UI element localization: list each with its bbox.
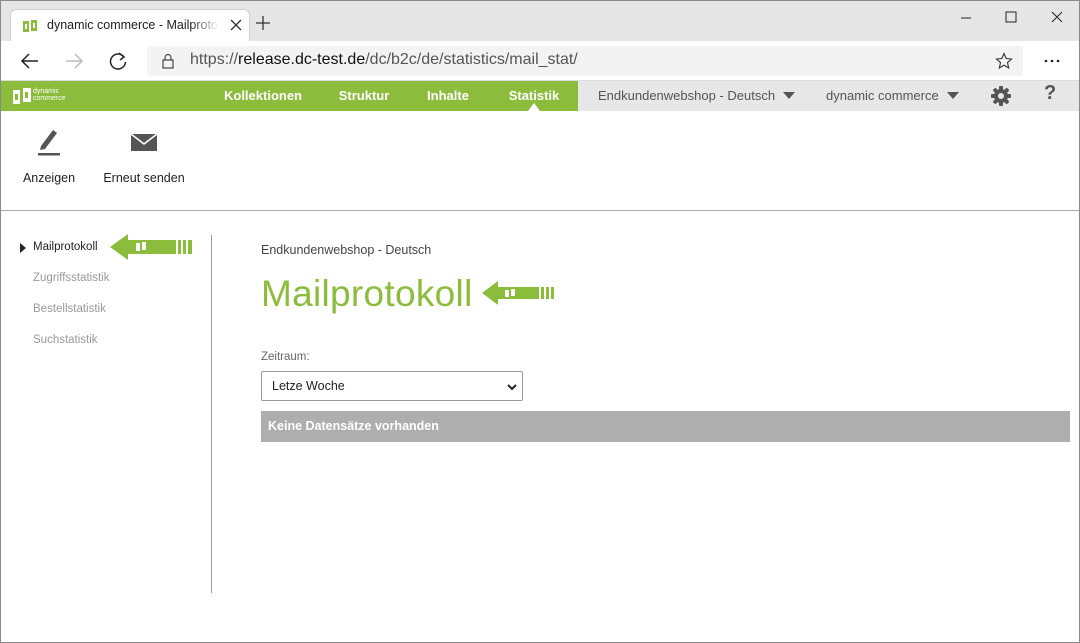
close-window-icon[interactable]: [1046, 7, 1068, 29]
url-path: /dc/b2c/de/statistics/mail_stat/: [365, 51, 578, 68]
annotation-arrow-icon: [110, 234, 192, 260]
active-item-arrow-icon: [20, 243, 26, 253]
anzeigen-button[interactable]: Anzeigen: [19, 127, 79, 185]
browser-window: dynamic commerce - Mailprotokoll https:/…: [0, 0, 1080, 643]
app-header: dynamic commerce Kollektionen Struktur I…: [1, 81, 1079, 111]
url-text: https://release.dc-test.de/dc/b2c/de/sta…: [190, 51, 578, 69]
empty-table-row: Keine Datensätze vorhanden: [261, 411, 1070, 442]
zeitraum-select[interactable]: Letze Woche: [261, 371, 523, 401]
url-scheme: https://: [190, 51, 239, 68]
envelope-icon: [130, 133, 158, 151]
sidebar-divider: [211, 235, 212, 593]
url-field[interactable]: https://release.dc-test.de/dc/b2c/de/sta…: [147, 46, 1023, 76]
anzeigen-label: Anzeigen: [22, 171, 76, 185]
close-tab-icon[interactable]: [228, 17, 244, 33]
sidebar-item-bestellstatistik[interactable]: Bestellstatistik: [33, 303, 106, 315]
chevron-down-icon: [946, 92, 959, 99]
reload-icon[interactable]: [107, 50, 129, 72]
page-title: Mailprotokoll: [261, 273, 473, 314]
active-nav-indicator: [528, 103, 540, 111]
maximize-icon[interactable]: [1000, 7, 1022, 29]
url-host: release.dc-test.de: [238, 51, 366, 68]
sidebar-item-zugriffsstatistik[interactable]: Zugriffsstatistik: [33, 272, 109, 284]
minimize-icon[interactable]: [955, 7, 977, 29]
more-options-icon[interactable]: [1041, 50, 1063, 72]
zeitraum-label: Zeitraum:: [261, 351, 310, 363]
chevron-down-icon: [507, 384, 517, 391]
erneut-senden-label: Erneut senden: [103, 171, 185, 185]
empty-message: Keine Datensätze vorhanden: [268, 419, 439, 433]
shop-selector[interactable]: Endkundenwebshop - Deutsch: [598, 81, 796, 111]
dc-logo[interactable]: dynamic commerce: [12, 86, 82, 106]
shop-selector-label: Endkundenwebshop - Deutsch: [598, 88, 776, 103]
browser-tab[interactable]: dynamic commerce - Mailprotokoll: [10, 9, 250, 41]
dc-logo-icon: [13, 88, 31, 104]
breadcrumb: Endkundenwebshop - Deutsch: [261, 243, 432, 257]
pencil-icon: [38, 130, 60, 156]
help-icon[interactable]: ?: [1044, 82, 1056, 105]
chevron-down-icon: [783, 92, 796, 99]
address-bar-row: https://release.dc-test.de/dc/b2c/de/sta…: [1, 41, 1079, 81]
new-tab-icon[interactable]: [255, 15, 271, 31]
tab-title: dynamic commerce - Mailprotokoll: [47, 18, 219, 32]
logo-text: dynamic commerce: [33, 88, 66, 102]
nav-struktur[interactable]: Struktur: [325, 81, 403, 111]
dc-favicon-icon: [23, 20, 37, 32]
nav-inhalte[interactable]: Inhalte: [413, 81, 483, 111]
lock-icon[interactable]: [160, 53, 176, 69]
sidebar-item-suchstatistik[interactable]: Suchstatistik: [33, 334, 98, 346]
zeitraum-selected-value: Letze Woche: [272, 379, 345, 393]
erneut-senden-button[interactable]: Erneut senden: [99, 127, 189, 185]
annotation-arrow-icon: [482, 281, 554, 305]
forward-arrow-icon[interactable]: [63, 50, 85, 72]
nav-kollektionen[interactable]: Kollektionen: [211, 81, 315, 111]
header-right-panel: Endkundenwebshop - Deutsch dynamic comme…: [578, 81, 1079, 111]
back-arrow-icon[interactable]: [19, 50, 41, 72]
sidebar: Mailprotokoll Zugriffsstatistik Bestells…: [1, 212, 212, 632]
gear-icon[interactable]: [990, 85, 1012, 107]
tab-strip: dynamic commerce - Mailprotokoll: [1, 1, 1079, 41]
company-selector[interactable]: dynamic commerce: [826, 81, 959, 111]
action-toolbar: Anzeigen Erneut senden: [1, 111, 1079, 211]
company-selector-label: dynamic commerce: [826, 88, 939, 103]
sidebar-item-mailprotokoll[interactable]: Mailprotokoll: [33, 241, 98, 253]
favorite-star-icon[interactable]: [995, 52, 1013, 70]
